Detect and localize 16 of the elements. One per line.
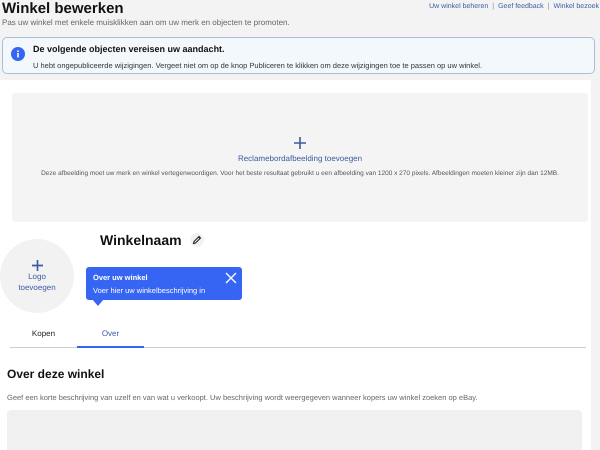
section-heading: Over deze winkel [7, 366, 106, 383]
alert-title: De volgende objecten vereisen uw aandacht. [33, 43, 226, 56]
add-billboard-link[interactable]: Reclamebordafbeelding toevoegen [238, 152, 362, 165]
tab[interactable]: Kopen [10, 324, 77, 348]
info-icon [11, 47, 25, 61]
add-logo-button[interactable]: Logo toevoegen [0, 239, 74, 313]
page-title: Winkel bewerken [2, 0, 125, 17]
plus-icon [32, 260, 42, 270]
close-button[interactable] [225, 272, 237, 284]
page-subtitle: Pas uw winkel met enkele muisklikken aan om uw merk en objecten te promoten. [2, 17, 290, 29]
pencil-icon [192, 235, 202, 245]
plus-icon [294, 136, 306, 149]
edit-name-button[interactable] [190, 233, 204, 247]
store-name: Winkelnaam [100, 230, 182, 250]
tab[interactable]: Over [77, 324, 144, 348]
close-icon [225, 272, 237, 284]
